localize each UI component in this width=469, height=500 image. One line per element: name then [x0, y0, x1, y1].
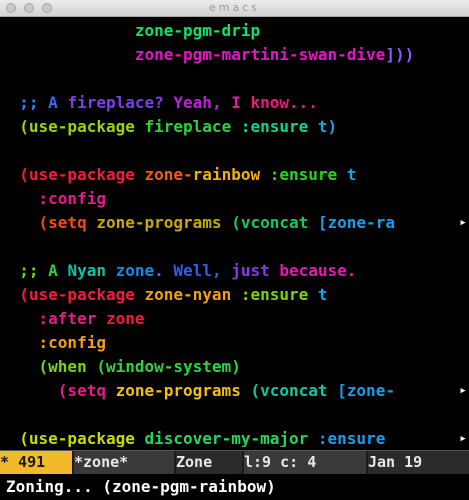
major-mode[interactable]: Zone — [176, 451, 242, 474]
code-token: :ensure — [240, 285, 318, 304]
code-line: (use-package fireplace :ensure t) — [0, 115, 337, 139]
line-continuation-icon: ▸ — [459, 431, 467, 446]
code-token: know... — [250, 93, 318, 112]
code-token: zone- — [144, 165, 193, 184]
code-token: because. — [279, 261, 357, 280]
code-line: ;; A Nyan zone. Well, just because. — [0, 259, 356, 283]
code-line: zone-pgm-martini-swan-dive])) — [0, 43, 414, 67]
code-token: I — [231, 93, 251, 112]
code-token: Yeah, — [173, 93, 232, 112]
code-line: (use-package discover-my-major :ensure — [0, 427, 385, 447]
code-token: (vconcat — [231, 213, 318, 232]
code-token: [zone-ra — [317, 213, 395, 232]
code-token: Nyan — [67, 261, 116, 280]
code-token: (use-package — [0, 429, 145, 447]
code-line: :config — [0, 187, 106, 211]
code-line: (use-package zone-rainbow :ensure t — [0, 163, 356, 187]
buffer-name[interactable]: *zone* — [74, 451, 174, 474]
cursor-position: l:9 c: 4 — [244, 451, 366, 474]
echo-area: Zoning... (zone-pgm-rainbow) — [0, 474, 469, 500]
line-continuation-icon: ▸ — [459, 215, 467, 230]
code-token: t) — [317, 117, 338, 136]
mode-line: * 491 *zone* Zone l:9 c: 4 Jan 19 — [0, 450, 469, 474]
code-token: :ensure — [240, 117, 318, 136]
date-display: Jan 19 — [368, 451, 469, 474]
code-token: zone-programs — [115, 381, 251, 400]
cursor-position-text: l:9 c: 4 — [244, 453, 317, 471]
code-line: (setq zone-programs (vconcat [zone-ra — [0, 211, 395, 235]
code-line: :config — [0, 331, 106, 355]
code-token: just — [231, 261, 280, 280]
code-token: :config — [0, 333, 106, 352]
code-line: (use-package zone-nyan :ensure t — [0, 283, 328, 307]
code-token: :ensure — [269, 165, 347, 184]
major-mode-text: Zone — [176, 453, 213, 471]
code-token: fireplace? — [67, 93, 174, 112]
code-token: zone-programs — [96, 213, 232, 232]
code-token: zone-pgm-martini-swan-dive — [134, 45, 386, 64]
code-token: (window-system) — [96, 357, 241, 376]
modified-line-count: * 491 — [0, 451, 72, 474]
code-line: zone-pgm-drip — [0, 19, 260, 43]
code-token: t — [317, 285, 328, 304]
code-token: rainbow — [192, 165, 270, 184]
code-token: zone — [105, 309, 145, 328]
code-token: zone-pgm-drip — [134, 21, 261, 40]
title-bar: emacs — [0, 0, 469, 17]
code-token: (setq — [0, 213, 97, 232]
code-token: zone-nyan — [144, 285, 241, 304]
code-token: fireplace — [144, 117, 241, 136]
window-title: emacs — [208, 1, 260, 14]
code-token: :ensure — [317, 429, 386, 447]
code-token: discover-my-major — [144, 429, 318, 447]
code-token: (when — [0, 357, 97, 376]
code-token: ;; — [0, 93, 49, 112]
editor-buffer[interactable]: zone-pgm-drip zone-pgm-martini-swan-dive… — [0, 17, 469, 447]
code-token: (use-package — [0, 165, 145, 184]
code-token: A — [48, 93, 68, 112]
code-token: ;; — [0, 261, 49, 280]
code-line: ;; A fireplace? Yeah, I know... — [0, 91, 318, 115]
code-line: :after zone — [0, 307, 145, 331]
code-token: (use-package — [0, 285, 145, 304]
code-line: (when (window-system) — [0, 355, 241, 379]
line-continuation-icon: ▸ — [459, 383, 467, 398]
code-token: zone. — [115, 261, 174, 280]
code-token: Well, — [173, 261, 232, 280]
emacs-window: emacs zone-pgm-drip zone-pgm-martini-swa… — [0, 0, 469, 500]
code-token: (vconcat — [250, 381, 338, 400]
code-token: A — [48, 261, 68, 280]
code-token: (setq — [0, 381, 116, 400]
code-token: :after — [0, 309, 106, 328]
date-text: Jan 19 — [368, 453, 423, 471]
code-token: ])) — [385, 45, 415, 64]
code-line: (setq zone-programs (vconcat [zone- — [0, 379, 395, 403]
code-token: (use-package — [0, 117, 145, 136]
code-token: t — [346, 165, 357, 184]
code-token: [zone- — [337, 381, 395, 400]
buffer-name-text: *zone* — [74, 453, 129, 471]
code-token: :config — [0, 189, 106, 208]
